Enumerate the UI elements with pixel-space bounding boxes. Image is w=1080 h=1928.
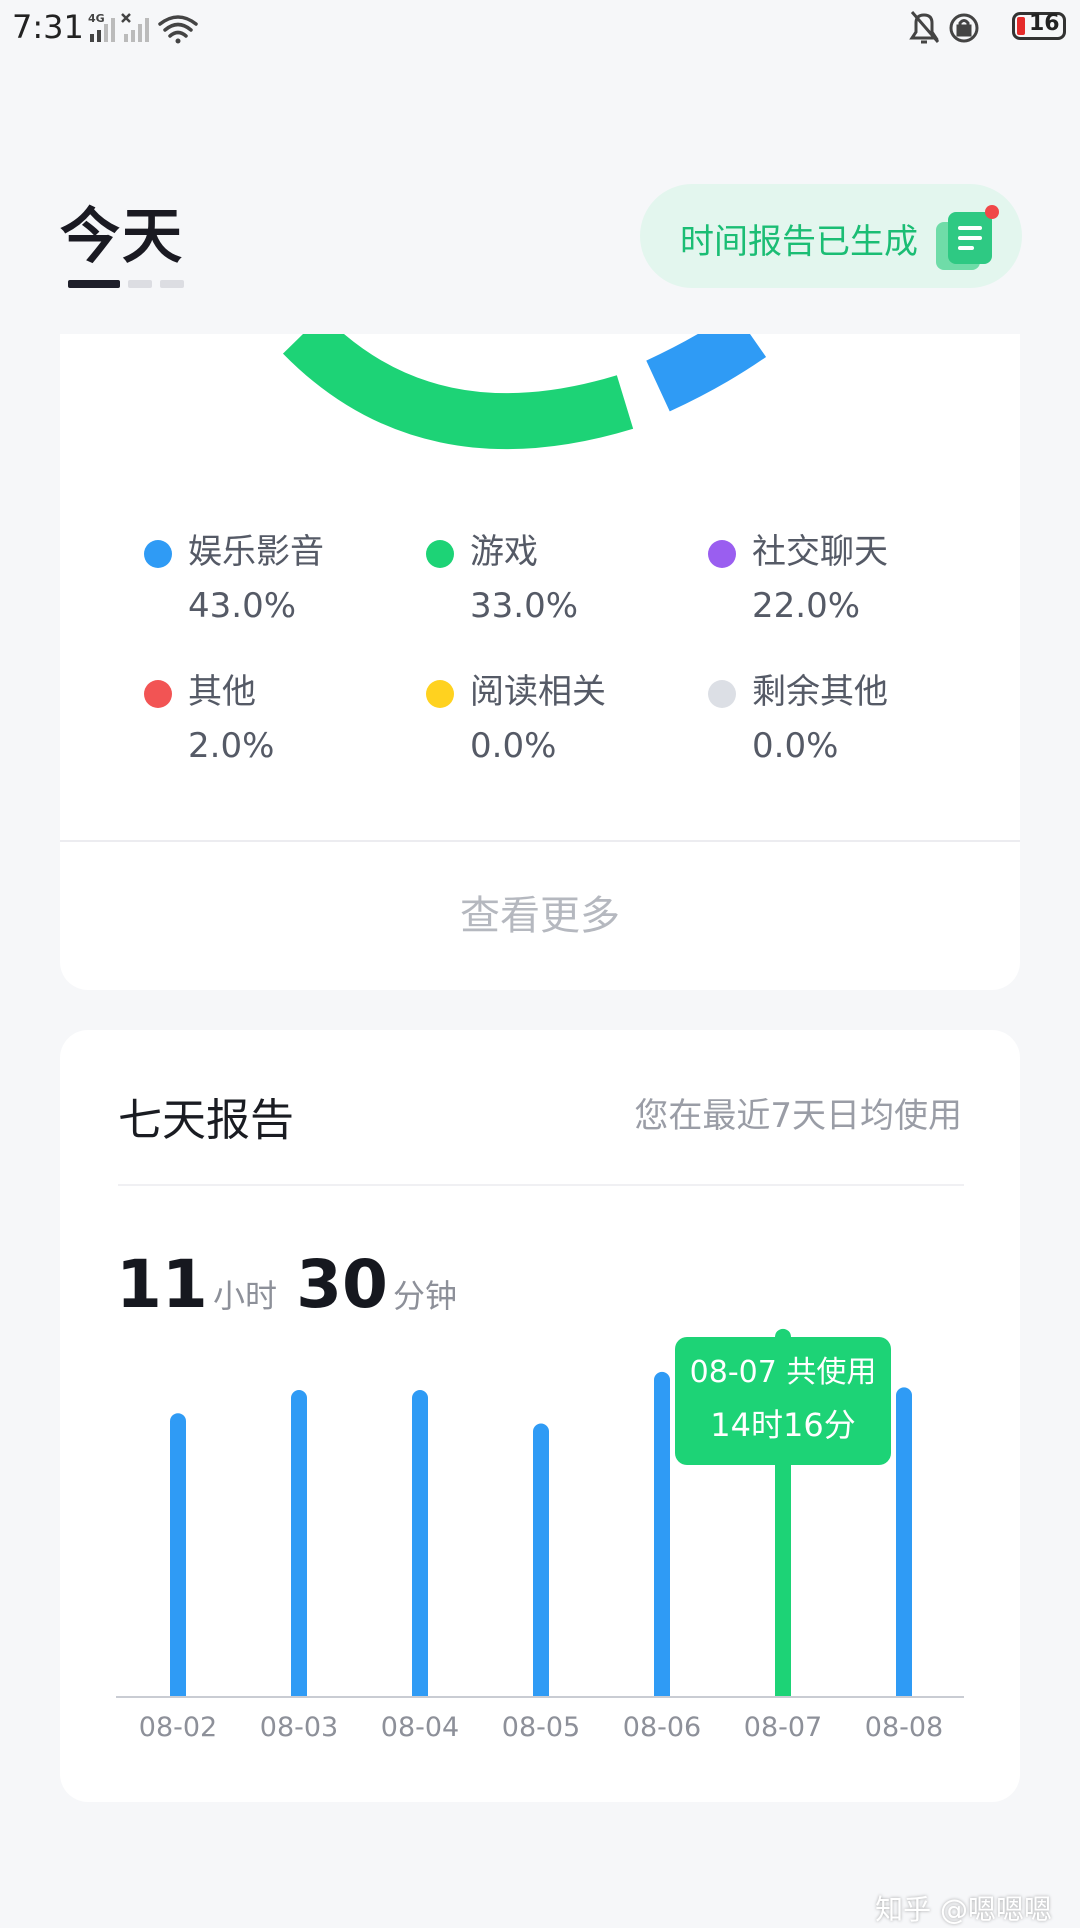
- legend-percent: 22.0%: [752, 586, 861, 626]
- tab-indicator[interactable]: [128, 280, 152, 288]
- legend-percent: 0.0%: [752, 726, 839, 766]
- legend-label: 剩余其他: [752, 672, 888, 712]
- legend-label: 阅读相关: [470, 672, 606, 712]
- legend-item-game[interactable]: 游戏 33.0%: [426, 524, 706, 644]
- network-type-label: 4G: [88, 12, 105, 25]
- battery-level-fill: [1017, 17, 1025, 35]
- category-breakdown-card: 娱乐影音 43.0% 游戏 33.0% 社交聊天 22.0% 其他 2.0% 阅…: [60, 334, 1020, 990]
- status-bar: 7:31 4G 16: [0, 0, 1080, 56]
- status-time: 7:31: [12, 8, 84, 46]
- legend-item-entertainment[interactable]: 娱乐影音 43.0%: [144, 524, 424, 644]
- battery-icon: 16: [1012, 11, 1066, 40]
- tooltip-line-1: 08-07 共使用: [690, 1355, 877, 1390]
- legend-item-reading[interactable]: 阅读相关 0.0%: [426, 664, 706, 784]
- report-doc-icon: [936, 205, 999, 270]
- bar[interactable]: [896, 1387, 912, 1705]
- battery-level: 16: [1029, 11, 1060, 36]
- x-tick-label: 08-08: [865, 1712, 943, 1743]
- report-ready-label: 时间报告已生成: [680, 222, 918, 262]
- x-tick-label: 08-05: [502, 1712, 580, 1743]
- legend-percent: 0.0%: [470, 726, 557, 766]
- legend-percent: 43.0%: [188, 586, 297, 626]
- bar[interactable]: [170, 1413, 186, 1705]
- legend-dot: [708, 680, 736, 708]
- bar[interactable]: [533, 1423, 549, 1705]
- signal-no-service-icon: [121, 13, 149, 42]
- tooltip-line-2: 14时16分: [710, 1406, 855, 1444]
- notification-dot: [985, 205, 999, 219]
- x-tick-label: 08-07: [744, 1712, 822, 1743]
- legend-dot: [144, 540, 172, 568]
- legend-label: 娱乐影音: [188, 532, 324, 572]
- weekly-usage-bar-chart: 08-02 08-03 08-04 08-05 08-06 08-07 08-08 08-07…: [110, 1328, 970, 1743]
- baseline-mask: [110, 1697, 970, 1711]
- tab-indicator[interactable]: [160, 280, 184, 288]
- bar[interactable]: [291, 1389, 307, 1705]
- legend-label: 游戏: [470, 532, 538, 572]
- x-tick-label: 08-06: [623, 1712, 701, 1743]
- legend-item-remaining[interactable]: 剩余其他 0.0%: [708, 664, 988, 784]
- legend-percent: 2.0%: [188, 726, 275, 766]
- legend-label: 其他: [188, 672, 256, 712]
- weekly-report-card: 七天报告 您在最近7天日均使用 11 小时 30 分钟 08-02 08-03 08…: [60, 1030, 1020, 1802]
- legend-item-other[interactable]: 其他 2.0%: [144, 664, 424, 784]
- category-donut-chart: [282, 334, 767, 450]
- rotation-lock-icon: [949, 13, 979, 43]
- watermark: 知乎 @嗯嗯嗯: [875, 1893, 1052, 1926]
- view-more-button[interactable]: 查看更多: [60, 842, 1020, 990]
- legend-dot: [144, 680, 172, 708]
- donut-segment-game: [282, 334, 634, 450]
- report-ready-button[interactable]: 时间报告已生成: [640, 184, 1022, 288]
- legend-dot: [426, 540, 454, 568]
- bar-tooltip: 08-07 共使用 14时16分: [675, 1337, 891, 1465]
- legend-percent: 33.0%: [470, 586, 579, 626]
- legend-dot: [708, 540, 736, 568]
- x-tick-label: 08-04: [381, 1712, 459, 1743]
- signal-wifi-icons: 4G: [88, 12, 198, 44]
- x-tick-label: 08-03: [260, 1712, 338, 1743]
- wifi-icon: [158, 15, 198, 44]
- bar[interactable]: [412, 1389, 428, 1705]
- bell-muted-icon: [909, 11, 940, 44]
- bar[interactable]: [654, 1371, 670, 1705]
- donut-segment-entertainment: [646, 334, 767, 412]
- page-title[interactable]: 今天: [60, 188, 184, 275]
- legend-dot: [426, 680, 454, 708]
- legend-item-social[interactable]: 社交聊天 22.0%: [708, 524, 988, 644]
- tab-indicator-active[interactable]: [68, 280, 120, 288]
- x-tick-label: 08-02: [139, 1712, 217, 1743]
- legend-label: 社交聊天: [752, 532, 888, 572]
